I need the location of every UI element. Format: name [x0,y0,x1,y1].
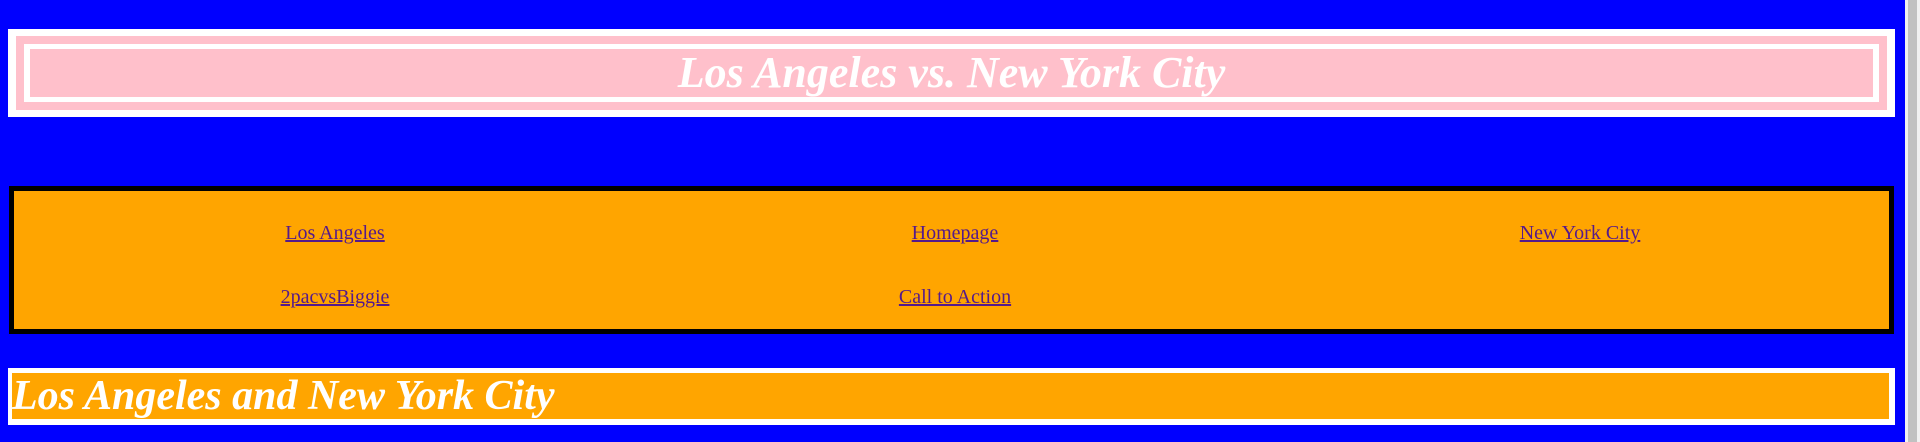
section-banner: Los Angeles and New York City [8,368,1895,425]
nav-link-2pac-vs-biggie[interactable]: 2pacvsBiggie [281,287,390,307]
nav-link-call-to-action[interactable]: Call to Action [899,287,1011,307]
vertical-scrollbar[interactable] [1905,0,1920,442]
section-panel: Los Angeles and New York City [12,373,1889,419]
title-frame-white: Los Angeles vs. New York City [24,44,1879,102]
title-banner: Los Angeles vs. New York City [8,29,1895,117]
nav-link-los-angeles[interactable]: Los Angeles [285,223,384,243]
scrollbar-thumb[interactable] [1908,0,1917,442]
navigation-box: Los Angeles Homepage New York City 2pacv… [9,186,1894,334]
navigation-links: Los Angeles Homepage New York City 2pacv… [14,191,1889,329]
title-frame-pink: Los Angeles vs. New York City [16,36,1887,110]
nav-link-new-york-city[interactable]: New York City [1520,223,1641,243]
page-title: Los Angeles vs. New York City [677,48,1226,97]
page: { "header": { "title": "Los Angeles vs. … [0,0,1920,442]
section-heading: Los Angeles and New York City [12,373,555,419]
nav-link-homepage[interactable]: Homepage [912,223,999,243]
title-panel: Los Angeles vs. New York City [30,49,1873,97]
